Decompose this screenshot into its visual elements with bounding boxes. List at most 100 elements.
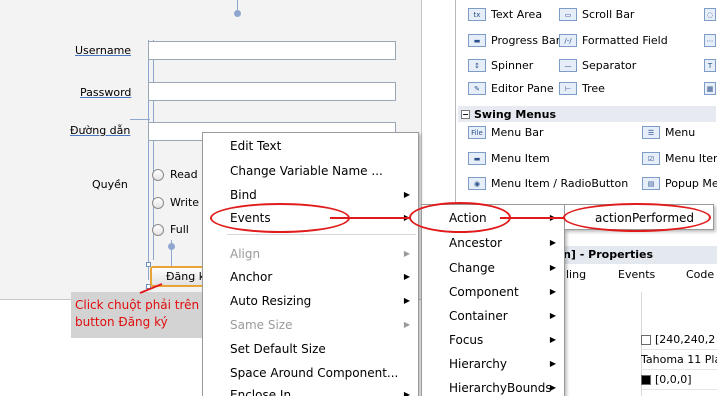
property-value: Tahoma 11 Pla [641,353,717,366]
palette-item-formatted-field[interactable]: /-/ Formatted Field [559,34,668,47]
menu-item-auto-resizing[interactable]: Auto Resizing ▶ [203,289,418,313]
section-title: Swing Menus [474,107,557,121]
palette-item-menu-item[interactable]: ▬ Menu Item [468,152,550,165]
palette-item-menu[interactable]: ☰ Menu [642,126,695,139]
palette-item-separator[interactable]: — Separator [559,59,636,72]
palette-item-progress-bar[interactable]: ▬ Progress Bar [468,34,560,47]
radio-write[interactable]: Write [152,196,199,209]
context-menu[interactable]: Edit Text Change Variable Name ... Bind ▶… [202,132,419,396]
menu-item-label: Events [230,211,271,225]
menu-item-label: actionPerformed [595,211,695,225]
menu-item-hierarchy[interactable]: Hierarchy ▶ [422,352,564,376]
menu-item-ancestor[interactable]: Ancestor ▶ [422,231,564,255]
properties-tabs[interactable]: ling Events Code [541,264,717,286]
palette-item-menu-item-checkbox[interactable]: ☑ Menu Item [642,152,717,165]
password-input[interactable] [148,82,396,101]
tab-binding[interactable]: ling [566,268,586,281]
property-value: [240,240,2 [655,333,716,346]
radio-circle-icon [152,168,164,181]
palette-item-editor-pane[interactable]: ✎ Editor Pane [468,82,554,95]
tree-icon: ⊢ [559,82,577,95]
menu-item-anchor[interactable]: Anchor ▶ [203,265,418,289]
submenu-arrow-icon: ▶ [549,213,556,222]
progress-bar-icon: ▬ [468,34,486,47]
palette-item-label: Scroll Bar [582,8,635,21]
palette-item-label: Menu Item [665,152,717,165]
menu-icon: ☰ [642,126,660,139]
register-button[interactable]: Đăng ký [150,266,208,287]
menu-item-hierarchy-bounds[interactable]: HierarchyBounds ▶ [422,376,564,396]
palette-item-more[interactable]: ⋯ [704,34,716,47]
action-submenu[interactable]: actionPerformed [564,204,714,230]
color-swatch-icon [641,334,651,345]
palette-item-scroll-bar[interactable]: ▭ Scroll Bar [559,8,634,21]
collapse-icon: − [461,109,470,119]
palette-item-tree[interactable]: ⊢ Tree [559,82,605,95]
menu-item-action-performed[interactable]: actionPerformed [565,206,713,230]
palette-item-more[interactable]: T [704,59,716,72]
menu-item-label: Anchor [230,270,273,284]
menu-item-space-around-component[interactable]: Space Around Component... [203,361,418,385]
spinner-icon: ↕ [468,59,486,72]
palette-item-menu-bar[interactable]: File Menu Bar [468,126,544,139]
menu-item-enclose-in[interactable]: Enclose In ▶ [203,383,418,396]
menu-item-label: Change Variable Name ... [230,164,383,178]
property-background[interactable]: [240,240,2 [641,330,717,350]
radio-read[interactable]: Read [152,168,198,181]
alignment-guide [130,119,150,120]
properties-panel[interactable]: tton] - Properties ling Events Code [240… [540,232,717,396]
palette-item-menu-item-radio[interactable]: ◉ Menu Item / RadioButton [468,177,628,190]
palette-section-swing-menus[interactable]: − Swing Menus [458,106,716,122]
submenu-arrow-icon: ▶ [403,249,410,258]
menu-item-icon: ▬ [468,152,486,165]
menu-item-edit-text[interactable]: Edit Text [203,134,418,158]
palette-item-more[interactable]: ◌ [704,8,716,21]
palette-item-label: Spinner [491,59,534,72]
username-input[interactable] [148,41,396,60]
palette-item-popup-menu[interactable]: ▤ Popup Me [642,177,717,190]
palette-item-more[interactable]: ▦ [704,82,716,95]
menu-item-focus[interactable]: Focus ▶ [422,328,564,352]
menu-item-container[interactable]: Container ▶ [422,304,564,328]
menu-item-same-size[interactable]: Same Size ▶ [203,313,418,337]
guide-anchor [234,10,241,17]
property-value: [0,0,0] [655,373,692,386]
submenu-arrow-icon: ▶ [403,190,410,199]
annotation-line: Click chuột phải trên [75,298,200,312]
palette-item-text-area[interactable]: tx Text Area [468,8,542,21]
menu-item-component[interactable]: Component ▶ [422,280,564,304]
submenu-arrow-icon: ▶ [549,238,556,247]
palette-item-label: Menu Item [491,152,550,165]
menu-item-radio-icon: ◉ [468,177,486,190]
menu-item-align[interactable]: Align ▶ [203,242,418,266]
menu-item-label: Align [230,247,261,261]
password-label: Password [80,86,132,99]
menu-item-label: Change [449,261,495,275]
guide-anchor [168,243,175,250]
radio-full[interactable]: Full [152,223,189,236]
palette-item-label: Separator [582,59,637,72]
submenu-arrow-icon: ▶ [549,383,556,392]
property-font[interactable]: Tahoma 11 Pla [641,350,717,370]
menu-item-label: Bind [230,188,257,202]
property-foreground[interactable]: [0,0,0] [641,370,717,390]
menu-item-action[interactable]: Action ▶ [422,206,564,230]
palette-item-label: Popup Me [665,177,717,190]
menu-item-label: Same Size [230,318,293,332]
tab-events[interactable]: Events [618,268,655,281]
menu-item-set-default-size[interactable]: Set Default Size [203,337,418,361]
menu-item-bind[interactable]: Bind ▶ [203,183,418,207]
menu-item-label: Auto Resizing [230,294,312,308]
submenu-arrow-icon: ▶ [549,335,556,344]
menu-item-change-variable-name[interactable]: Change Variable Name ... [203,159,418,183]
events-submenu[interactable]: Action ▶ Ancestor ▶ Change ▶ Component ▶ Con… [421,204,565,396]
menu-item-change[interactable]: Change ▶ [422,256,564,280]
menu-item-checkbox-icon: ☑ [642,152,660,165]
palette-item-spinner[interactable]: ↕ Spinner [468,59,533,72]
menu-item-events[interactable]: Events ▶ [203,206,418,230]
tab-code[interactable]: Code [686,268,714,281]
submenu-arrow-icon: ▶ [549,311,556,320]
component-palette[interactable]: tx Text Area ▭ Scroll Bar ◌ ▬ Progress B… [455,0,717,232]
palette-item-label: Formatted Field [582,34,668,47]
radio-write-label: Write [170,196,200,209]
